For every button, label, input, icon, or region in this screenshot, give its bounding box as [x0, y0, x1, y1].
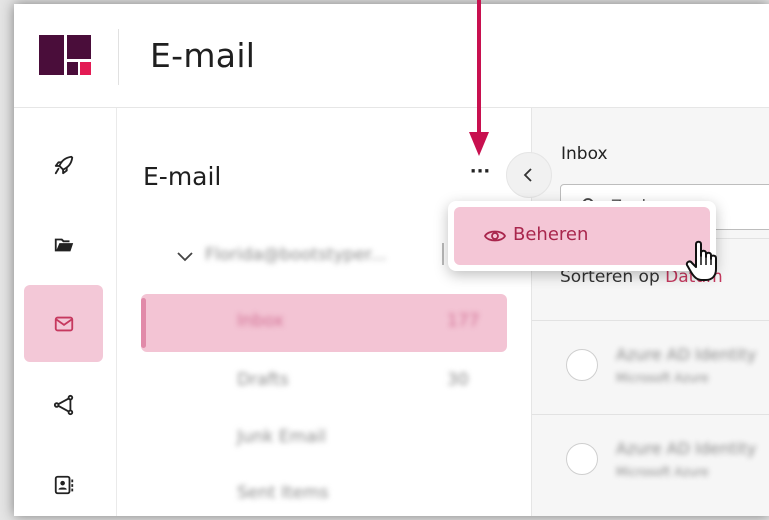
list-title: Inbox	[561, 144, 608, 164]
rocket-icon	[54, 155, 73, 174]
hand-cursor-icon	[685, 240, 717, 281]
rail-item-contacts[interactable]	[24, 446, 103, 516]
page-title: E-mail	[150, 36, 256, 75]
account-name: Florida@bootstyper...	[205, 245, 387, 265]
account-node[interactable]: Florida@bootstyper...	[175, 240, 475, 280]
folder-pane: E-mail ··· Florida@bootstyper... Inbox 1…	[117, 108, 530, 516]
folder-name: Sent Items	[237, 483, 329, 503]
folder-icon	[54, 238, 73, 251]
chevron-down-icon[interactable]	[175, 246, 195, 266]
mail-sender: Azure AD Identity	[616, 345, 757, 364]
rail-item-files[interactable]	[24, 206, 103, 283]
chevron-left-icon	[523, 168, 532, 182]
eye-icon	[484, 230, 506, 242]
annotation-arrow-icon	[469, 0, 489, 156]
list-item[interactable]: Azure AD Identity Microsoft Azure	[532, 321, 769, 413]
header-divider	[118, 29, 119, 85]
folder-count: 30	[447, 370, 469, 390]
collapse-pane-button[interactable]	[506, 152, 552, 198]
select-checkbox[interactable]	[566, 349, 598, 381]
share-icon	[53, 394, 73, 415]
menu-item-beheren[interactable]: Beheren	[454, 207, 710, 265]
menu-item-label: Beheren	[513, 224, 589, 245]
rail-item-rocket[interactable]	[24, 126, 103, 203]
logo-icon[interactable]	[39, 35, 91, 75]
select-checkbox[interactable]	[566, 443, 598, 475]
folder-pane-title: E-mail	[143, 162, 222, 191]
app-window: E-mail E-mail ··· Florida@bootstyper... …	[14, 4, 769, 516]
folder-item-drafts[interactable]: Drafts 30	[141, 353, 507, 411]
contact-card-icon	[54, 475, 73, 494]
folder-item-junk[interactable]: Junk Email	[141, 410, 507, 468]
mail-sender: Azure AD Identity	[616, 439, 757, 458]
folder-count: 177	[447, 311, 480, 331]
mail-preview: Microsoft Azure	[616, 371, 709, 385]
folder-item-inbox[interactable]: Inbox 177	[141, 294, 507, 352]
mail-list-pane: Inbox Zoeken Sorteren op Datum Azure AD …	[531, 108, 769, 516]
more-options-button[interactable]: ···	[463, 162, 497, 190]
folder-item-sent[interactable]: Sent Items	[141, 466, 507, 516]
rail-item-share[interactable]	[24, 366, 103, 443]
folder-name: Drafts	[237, 370, 289, 390]
mail-icon	[54, 316, 73, 331]
app-header: E-mail	[14, 4, 769, 108]
list-item[interactable]: Azure AD Identity Microsoft Azure	[532, 415, 769, 507]
folder-name: Inbox	[237, 311, 284, 331]
account-divider	[442, 243, 444, 265]
folder-name: Junk Email	[237, 427, 326, 447]
icon-rail	[14, 108, 117, 516]
mail-preview: Microsoft Azure	[616, 465, 709, 479]
more-options-menu: Beheren	[448, 201, 716, 271]
rail-item-mail[interactable]	[24, 285, 103, 362]
